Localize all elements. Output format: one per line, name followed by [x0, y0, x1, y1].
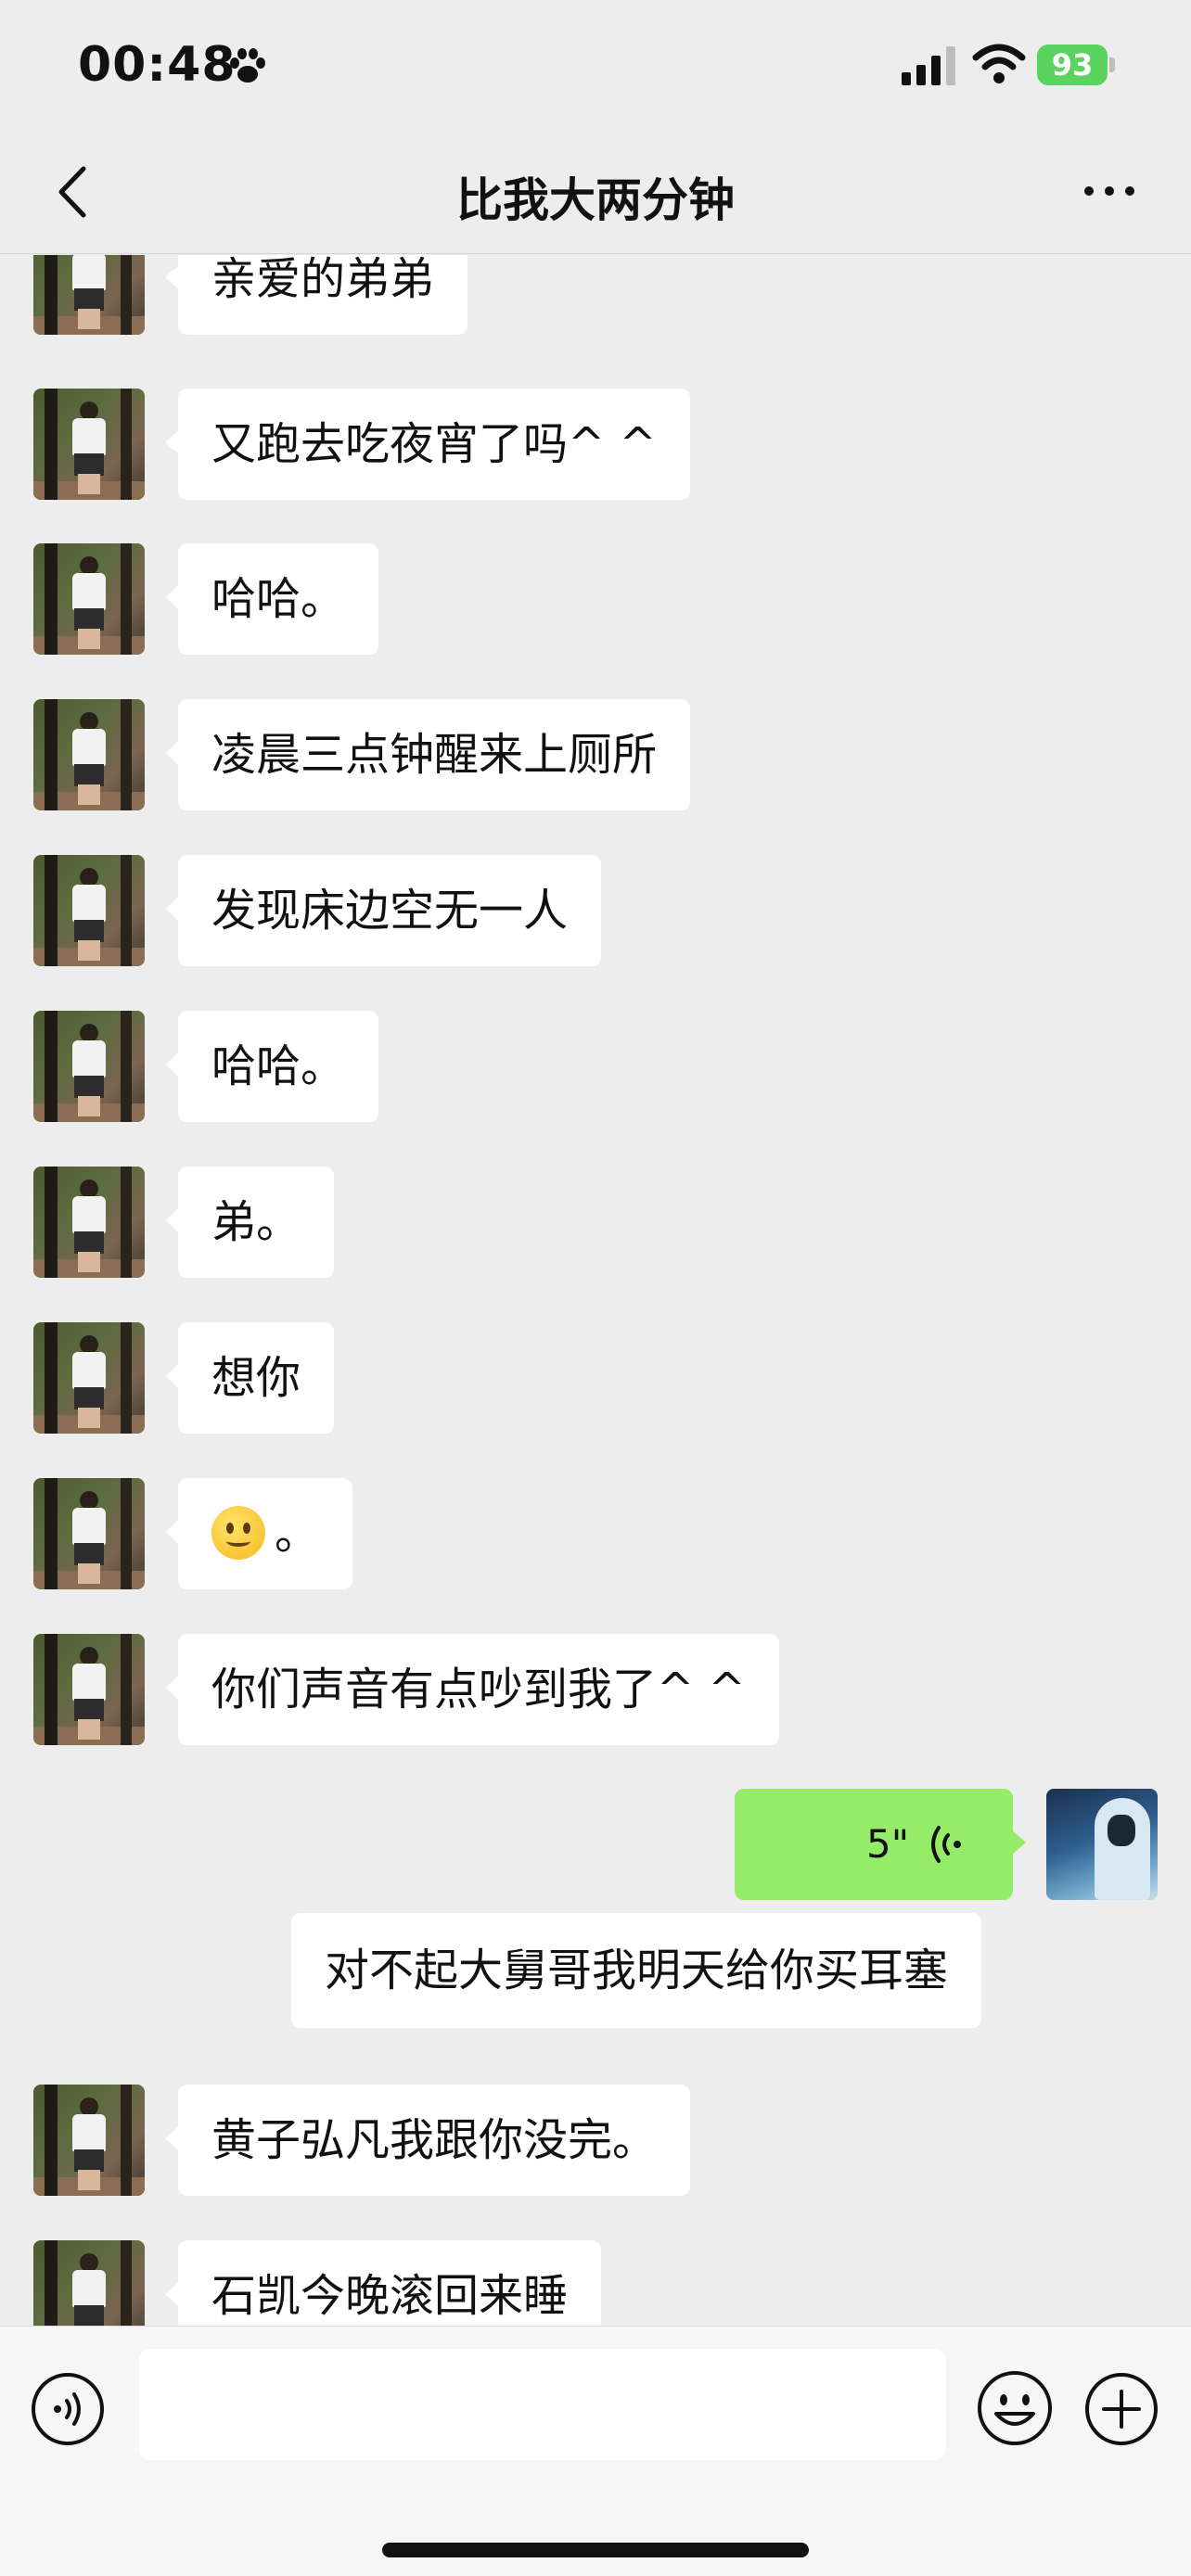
nav-bar: 比我大两分钟 [0, 130, 1191, 254]
message-bubble[interactable]: 又跑去吃夜宵了吗^ ^ [165, 389, 690, 500]
message-bubble[interactable]: 石凯今晚滚回来睡 [164, 2240, 602, 2326]
contact-avatar[interactable] [33, 255, 145, 335]
home-indicator[interactable] [382, 2543, 809, 2557]
status-time: 00:48 [78, 37, 237, 93]
my-avatar[interactable] [1046, 1789, 1158, 1900]
message-bubble[interactable]: 哈哈。 [164, 543, 379, 655]
wifi-icon [972, 44, 1026, 83]
message-bubble[interactable]: 发现床边空无一人 [164, 855, 602, 966]
contact-avatar[interactable] [33, 1634, 145, 1745]
message-text: 。 [275, 1508, 320, 1560]
plus-icon[interactable] [1083, 2371, 1159, 2447]
contact-avatar[interactable] [33, 1011, 145, 1122]
voice-transcription[interactable]: 对不起大舅哥我明天给你买耳塞 [291, 1913, 982, 2028]
contact-avatar[interactable] [33, 1322, 145, 1434]
paw-icon [230, 48, 265, 83]
status-bar: 00:48 93 [0, 0, 1191, 130]
cellular-signal-icon [902, 46, 955, 85]
contact-avatar[interactable] [33, 2085, 145, 2196]
emoji-icon[interactable] [976, 2369, 1054, 2447]
smiley-emoji-icon [211, 1506, 265, 1560]
chat-title: 比我大两分钟 [456, 173, 735, 227]
voice-waves-icon [931, 1826, 961, 1863]
contact-avatar[interactable] [33, 699, 145, 810]
voice-input-icon[interactable] [30, 2371, 106, 2447]
voice-message-bubble[interactable]: 5" [735, 1789, 1026, 1900]
battery-indicator: 93 [1037, 45, 1115, 85]
contact-avatar[interactable] [33, 1167, 145, 1278]
battery-cap [1109, 57, 1115, 72]
voice-duration: 5" [866, 1821, 910, 1867]
message-bubble[interactable]: 你们声音有点吵到我了^ ^ [165, 1634, 779, 1745]
contact-avatar[interactable] [33, 855, 145, 966]
message-bubble[interactable]: 亲爱的弟弟 [164, 255, 468, 335]
message-bubble[interactable]: 黄子弘凡我跟你没完。 [164, 2085, 691, 2196]
message-bubble[interactable]: 哈哈。 [164, 1011, 379, 1122]
contact-avatar[interactable] [33, 543, 145, 655]
battery-level: 93 [1037, 45, 1108, 85]
more-options-icon[interactable] [1082, 171, 1137, 211]
message-bubble[interactable]: 弟。 [164, 1167, 335, 1278]
contact-avatar[interactable] [33, 389, 145, 500]
contact-avatar[interactable] [33, 1478, 145, 1589]
input-bar [0, 2326, 1191, 2576]
message-input[interactable] [139, 2349, 946, 2460]
message-bubble[interactable]: 凌晨三点钟醒来上厕所 [164, 699, 691, 810]
message-bubble[interactable]: 想你 [164, 1322, 335, 1434]
message-bubble[interactable]: 。 [164, 1478, 353, 1589]
chat-message-list[interactable]: 亲爱的弟弟 又跑去吃夜宵了吗^ ^ 哈哈。 凌晨三点钟醒来上厕所 发现床边空无一… [0, 255, 1191, 2326]
contact-avatar[interactable] [33, 2240, 145, 2326]
